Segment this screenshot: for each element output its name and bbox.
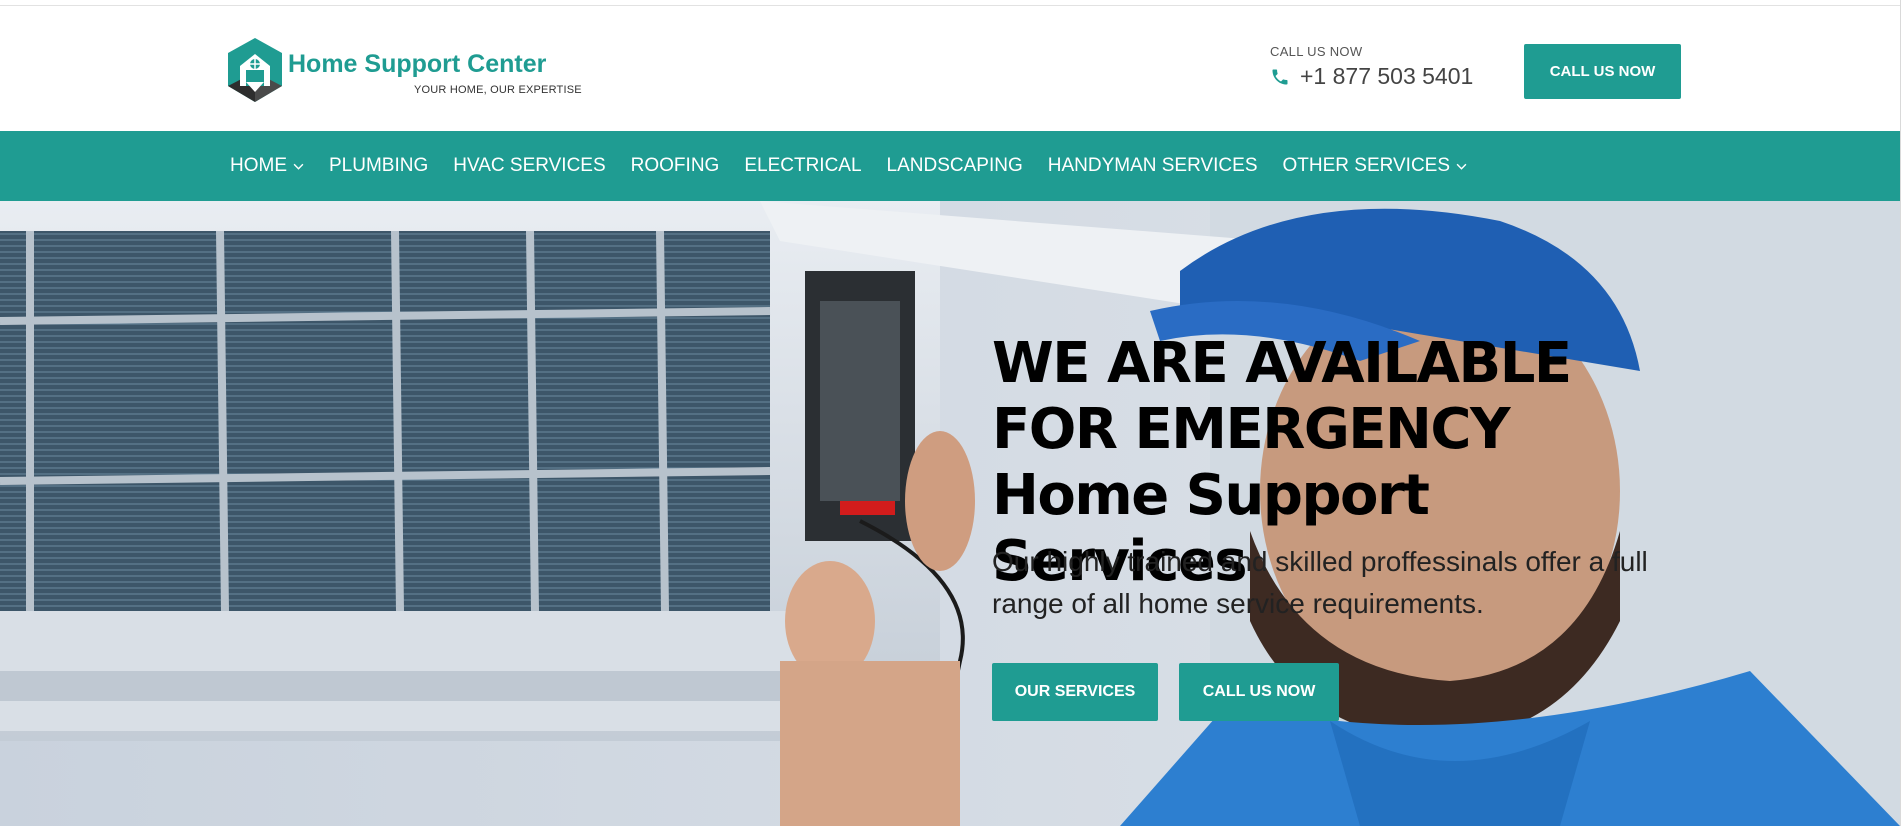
nav-item-label: HANDYMAN SERVICES bbox=[1047, 155, 1258, 176]
phone-number-link[interactable]: +1 877 503 5401 bbox=[1270, 63, 1500, 90]
contact-label: CALL US NOW bbox=[1270, 44, 1363, 59]
site-logo[interactable]: Home Support Center YOUR HOME, OUR EXPER… bbox=[224, 36, 582, 106]
call-us-now-button[interactable]: CALL US NOW bbox=[1524, 44, 1681, 99]
nav-item-label: ELECTRICAL bbox=[744, 155, 862, 176]
nav-item-label: HVAC SERVICES bbox=[453, 155, 606, 176]
nav-item-label: HOME bbox=[230, 155, 287, 176]
phone-icon bbox=[1272, 69, 1288, 84]
brand-name: Home Support Center bbox=[288, 50, 547, 78]
nav-item-electrical[interactable]: ELECTRICAL bbox=[744, 155, 861, 177]
our-services-button[interactable]: OUR SERVICES bbox=[992, 663, 1158, 721]
nav-item-roofing[interactable]: ROOFING bbox=[631, 155, 720, 177]
hero-call-us-now-button[interactable]: CALL US NOW bbox=[1179, 663, 1339, 721]
nav-item-other-services[interactable]: OTHER SERVICES bbox=[1283, 155, 1468, 177]
nav-item-label: LANDSCAPING bbox=[886, 155, 1023, 176]
site-header: Home Support Center YOUR HOME, OUR EXPER… bbox=[0, 6, 1900, 131]
nav-item-label: PLUMBING bbox=[329, 155, 429, 176]
page: Home Support Center YOUR HOME, OUR EXPER… bbox=[0, 0, 1901, 826]
brand-tagline: YOUR HOME, OUR EXPERTISE bbox=[414, 84, 582, 96]
nav-item-home[interactable]: HOME bbox=[230, 155, 304, 177]
nav-item-hvac-services[interactable]: HVAC SERVICES bbox=[453, 155, 605, 177]
hero-subtitle: Our highly trained and skilled proffessi… bbox=[992, 546, 1648, 619]
nav-item-plumbing[interactable]: PLUMBING bbox=[329, 155, 428, 177]
chevron-down-icon bbox=[1456, 163, 1467, 170]
nav-menu: HOME PLUMBING HVAC SERVICES ROOFING ELECTRIC… bbox=[230, 131, 1492, 201]
header-contact: CALL US NOW +1 877 503 5401 bbox=[1270, 44, 1500, 90]
nav-item-label: OTHER SERVICES bbox=[1282, 155, 1451, 176]
chevron-down-icon bbox=[293, 163, 304, 170]
house-hexagon-icon bbox=[228, 38, 282, 102]
nav-item-handyman-services[interactable]: HANDYMAN SERVICES bbox=[1048, 155, 1258, 177]
nav-item-landscaping[interactable]: LANDSCAPING bbox=[887, 155, 1023, 177]
nav-item-label: ROOFING bbox=[630, 155, 720, 176]
phone-number: +1 877 503 5401 bbox=[1300, 63, 1474, 89]
hero-section: WE ARE AVAILABLE FOR EMERGENCY Home Supp… bbox=[0, 201, 1900, 826]
main-nav: HOME PLUMBING HVAC SERVICES ROOFING ELECTRIC… bbox=[0, 131, 1900, 201]
